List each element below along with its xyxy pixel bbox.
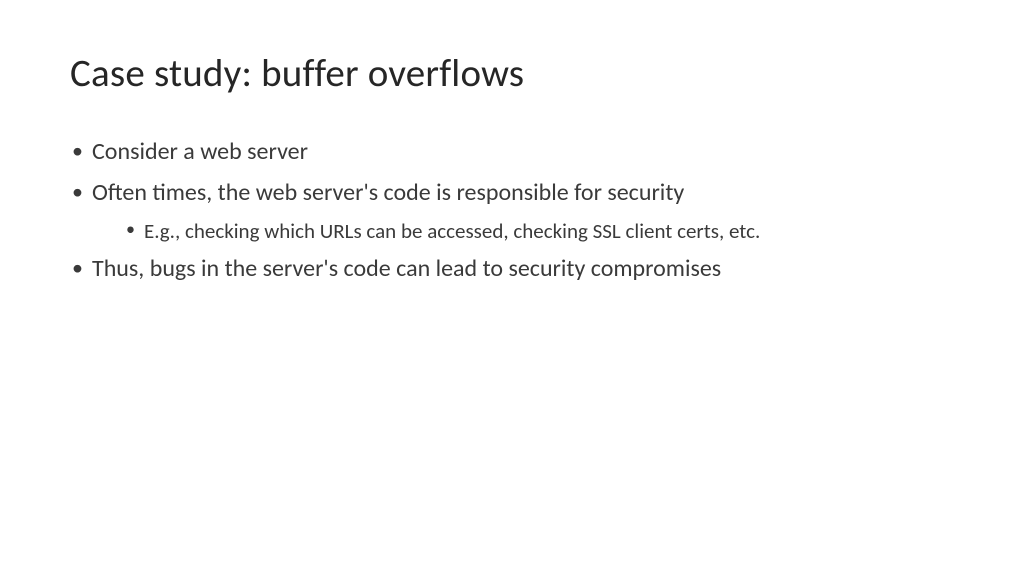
list-item: Often times, the web server's code is re… xyxy=(70,176,954,246)
list-item-text: Consider a web server xyxy=(92,137,308,166)
bullet-list: Consider a web server Often times, the w… xyxy=(70,135,954,287)
list-item: E.g., checking which URLs can be accesse… xyxy=(124,217,954,246)
list-item: Thus, bugs in the server's code can lead… xyxy=(70,252,954,287)
sub-bullet-list: E.g., checking which URLs can be accesse… xyxy=(92,217,954,246)
list-item-text: E.g., checking which URLs can be accesse… xyxy=(144,218,760,244)
list-item: Consider a web server xyxy=(70,135,954,170)
slide-title: Case study: buffer overflows xyxy=(70,50,954,97)
list-item-text: Thus, bugs in the server's code can lead… xyxy=(92,254,721,283)
list-item-text: Often times, the web server's code is re… xyxy=(92,178,684,207)
